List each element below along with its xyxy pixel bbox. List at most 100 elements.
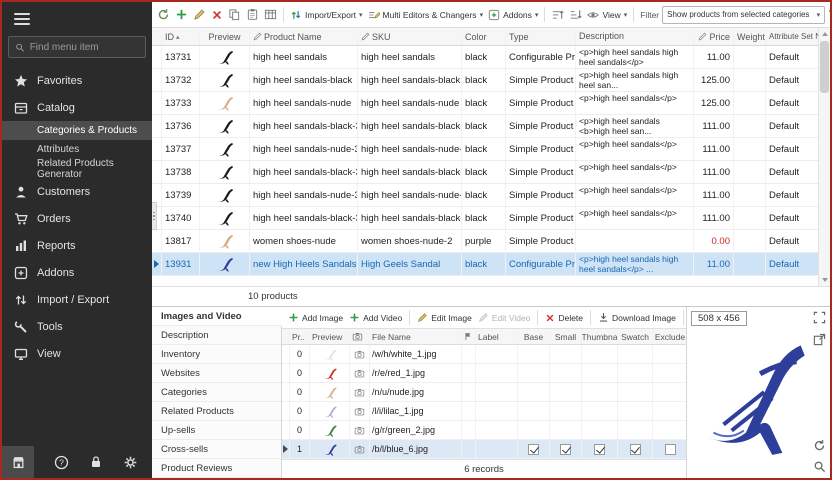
edit-product-button[interactable] — [191, 6, 208, 23]
media-row[interactable]: 0/r/e/red_1.jpg — [282, 364, 686, 383]
column-header-description[interactable]: Description — [576, 28, 694, 45]
column-header-swatch[interactable]: Swatch — [618, 329, 653, 344]
column-header-priority[interactable]: Pr.. — [290, 329, 310, 344]
addons-menu[interactable]: Addons▾ — [486, 7, 540, 23]
copy-button[interactable] — [226, 6, 243, 23]
product-row[interactable]: 13817women shoes-nudewomen shoes-nude-2p… — [152, 230, 818, 253]
product-row[interactable]: 13733high heel sandals-nudehigh heel san… — [152, 92, 818, 115]
sidebar-item-related-products-generator[interactable]: Related Products Generator — [2, 159, 152, 178]
settings-button[interactable] — [123, 455, 138, 470]
open-in-new-window-icon[interactable] — [813, 333, 826, 346]
sidebar-item-favorites[interactable]: Favorites — [2, 67, 152, 94]
column-header-base[interactable]: Base — [518, 329, 550, 344]
help-button[interactable]: ? — [54, 455, 69, 470]
product-row[interactable]: 13739high heel sandals-nude-37high heel … — [152, 184, 818, 207]
paste-button[interactable] — [244, 6, 261, 23]
checkbox[interactable] — [528, 444, 539, 455]
add-product-button[interactable] — [173, 6, 190, 23]
checkbox[interactable] — [665, 444, 676, 455]
column-header-exclude[interactable]: Exclude — [653, 329, 687, 344]
product-row[interactable]: 13740high heel sandals-black-38high heel… — [152, 207, 818, 230]
media-row[interactable]: 0/w/h/white_1.jpg — [282, 345, 686, 364]
refresh-button[interactable] — [155, 6, 172, 23]
sidebar-item-catalog[interactable]: Catalog — [2, 94, 152, 121]
vertical-scrollbar[interactable] — [818, 28, 830, 286]
column-header-label[interactable]: Label — [476, 329, 518, 344]
add-image-button[interactable]: Add Image — [286, 310, 345, 325]
add-video-button[interactable]: Add Video — [347, 310, 404, 325]
sort-ascending-button[interactable] — [549, 6, 566, 23]
scrollbar-thumb[interactable] — [820, 41, 829, 93]
tab-categories[interactable]: Categories — [152, 383, 281, 402]
sidebar-item-categories-and-products[interactable]: Categories & Products — [2, 121, 152, 140]
checkbox[interactable] — [630, 444, 641, 455]
sidebar-item-reports[interactable]: Reports — [2, 232, 152, 259]
product-row[interactable]: 13737high heel sandals-nude-36high heel … — [152, 138, 818, 161]
column-header-thumbnail[interactable]: Thumbna — [582, 329, 618, 344]
product-row[interactable]: 13931new High Heels SandalsHigh Geels Sa… — [152, 253, 818, 276]
column-header-id[interactable]: ID▴ — [162, 28, 200, 45]
tab-related-products[interactable]: Related Products — [152, 402, 281, 421]
sidebar-item-addons[interactable]: Addons — [2, 259, 152, 286]
media-row[interactable]: 1/b/l/blue_6.jpg — [282, 440, 686, 459]
tab-description[interactable]: Description — [152, 326, 281, 345]
column-header-small[interactable]: Small — [550, 329, 582, 344]
view-menu[interactable]: View▾ — [585, 7, 629, 23]
column-header-file-name[interactable]: File Name — [370, 329, 462, 344]
sort-descending-button[interactable] — [567, 6, 584, 23]
sidebar-item-tools[interactable]: Tools — [2, 313, 152, 340]
sidebar-item-import-export[interactable]: Import / Export — [2, 286, 152, 313]
checkbox[interactable] — [560, 444, 571, 455]
cell-weight — [734, 207, 766, 229]
column-header-product-name[interactable]: Product Name — [250, 28, 358, 45]
delete-image-button[interactable]: Delete — [543, 311, 585, 325]
cell-color: black — [462, 184, 506, 206]
tab-images-and-video[interactable]: Images and Video — [152, 307, 282, 326]
tab-websites[interactable]: Websites — [152, 364, 281, 383]
checkbox[interactable] — [594, 444, 605, 455]
column-header-attribute-set[interactable]: Attribute Set Name — [766, 28, 818, 45]
import-export-menu[interactable]: Import/Export▾ — [288, 7, 365, 23]
delete-product-button[interactable] — [209, 7, 225, 23]
edit-video-button[interactable]: Edit Video — [476, 310, 533, 325]
sidebar-item-customers[interactable]: Customers — [2, 178, 152, 205]
filters-menu[interactable]: Filters▾ — [826, 7, 830, 22]
column-header-weight[interactable]: Weight — [734, 28, 766, 45]
zoom-icon[interactable] — [813, 460, 826, 473]
columns-button[interactable] — [262, 6, 279, 23]
column-header-preview[interactable]: Preview — [310, 329, 350, 344]
media-row[interactable]: 0/l/i/lilac_1.jpg — [282, 402, 686, 421]
download-image-button[interactable]: Download Image — [596, 310, 678, 325]
column-header-color[interactable]: Color — [462, 28, 506, 45]
product-row[interactable]: 13736high heel sandals-black-36high heel… — [152, 115, 818, 138]
hamburger-menu-icon[interactable] — [2, 2, 42, 33]
column-header-sku[interactable]: SKU — [358, 28, 462, 45]
column-header-price[interactable]: Price — [694, 28, 734, 45]
sidebar-item-attributes[interactable]: Attributes — [2, 140, 152, 159]
product-row[interactable]: 13738high heel sandals-black-37high heel… — [152, 161, 818, 184]
tab-cross-sells[interactable]: Cross-sells — [152, 440, 281, 459]
scroll-down-arrow-icon[interactable] — [822, 278, 828, 282]
media-row[interactable]: 0/g/r/green_2.jpg — [282, 421, 686, 440]
media-row[interactable]: 0/n/u/nude.jpg — [282, 383, 686, 402]
tab-product-reviews[interactable]: Product Reviews — [152, 459, 281, 478]
tab-inventory[interactable]: Inventory — [152, 345, 281, 364]
multi-editors-menu[interactable]: Multi Editors & Changers▾ — [366, 7, 486, 23]
search-input[interactable] — [30, 42, 139, 53]
sidebar-search[interactable] — [8, 36, 146, 58]
edit-image-button[interactable]: Edit Image — [415, 310, 474, 325]
fullscreen-icon[interactable] — [813, 311, 826, 324]
sidebar-item-orders[interactable]: Orders — [2, 205, 152, 232]
store-connection-button[interactable] — [2, 446, 34, 478]
tab-up-sells[interactable]: Up-sells — [152, 421, 281, 440]
sidebar-item-view[interactable]: View — [2, 340, 152, 367]
rotate-image-icon[interactable] — [813, 439, 826, 452]
lock-button[interactable] — [89, 455, 103, 469]
product-row[interactable]: 13731high heel sandalshigh heel sandalsb… — [152, 46, 818, 69]
filter-select[interactable]: Show products from selected categories▾ — [662, 6, 825, 24]
column-header-preview[interactable]: Preview — [200, 28, 250, 45]
column-header-type[interactable]: Type — [506, 28, 576, 45]
scroll-up-arrow-icon[interactable] — [822, 32, 828, 36]
product-row[interactable]: 13732high heel sandals-blackhigh heel sa… — [152, 69, 818, 92]
sidebar-splitter-handle[interactable] — [152, 202, 157, 230]
